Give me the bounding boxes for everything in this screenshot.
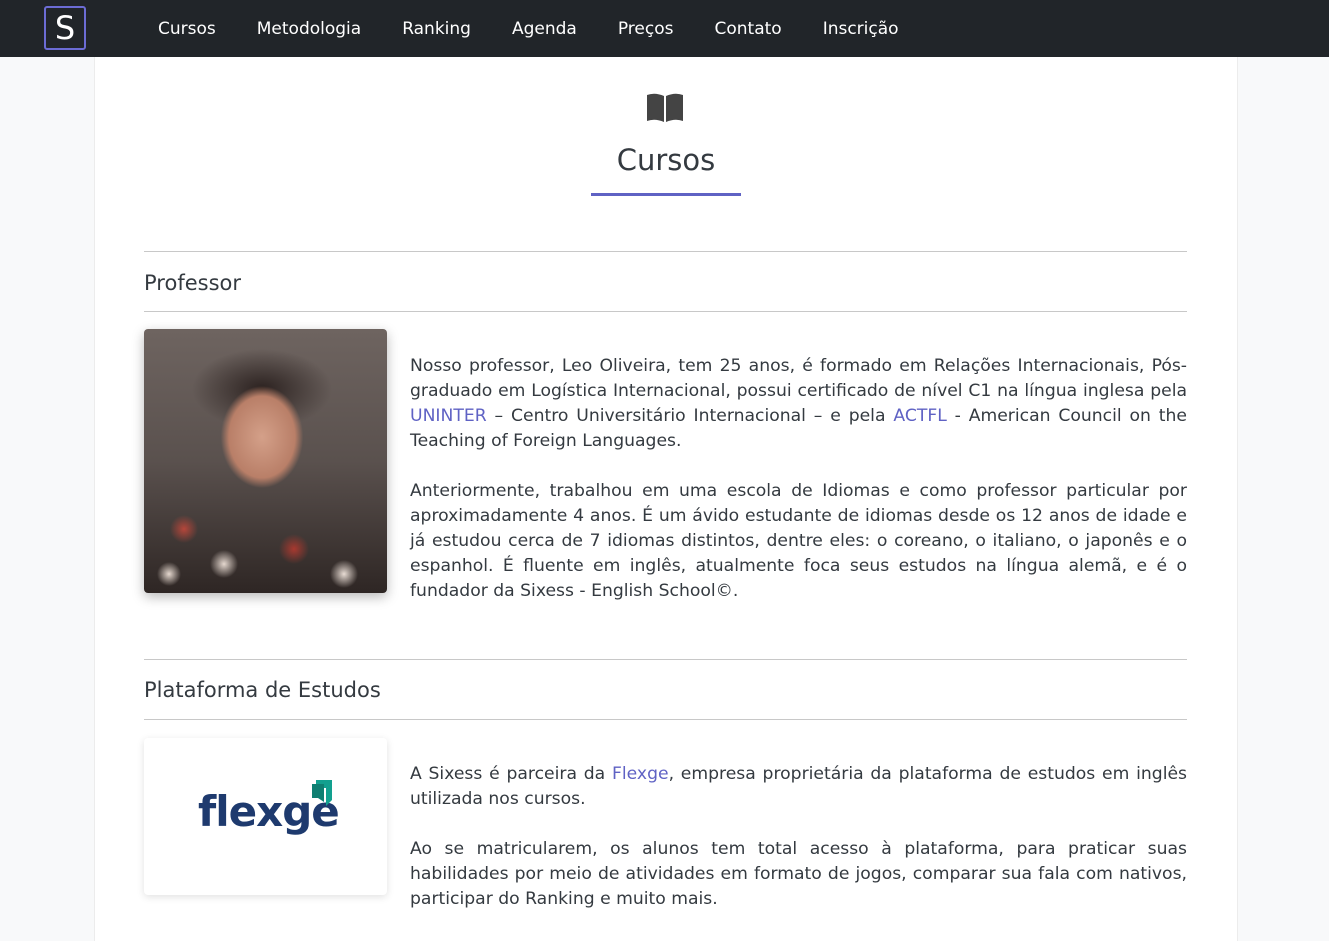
flexge-mark-icon [312,780,332,806]
nav-cursos[interactable]: Cursos [158,19,216,39]
divider [144,311,1187,312]
nav-ranking[interactable]: Ranking [402,19,471,39]
professor-paragraph-2: Anteriormente, trabalhou em uma escola d… [410,481,1187,601]
nav-inscricao[interactable]: Inscrição [823,19,899,39]
nav-metodologia[interactable]: Metodologia [257,19,361,39]
page-title: Cursos [616,143,716,177]
divider [144,719,1187,720]
logo-letter: S [54,9,76,47]
professor-photo [144,329,387,593]
flexge-logo-card: flexge [144,738,387,895]
nav-links: Cursos Metodologia Ranking Agenda Preços… [158,0,940,57]
title-underline [591,193,741,196]
section-title-platform: Plataforma de Estudos [144,678,381,702]
professor-text: Nosso professor, Leo Oliveira, tem 25 an… [410,356,1187,401]
platform-paragraph-2: Ao se matricularem, os alunos tem total … [410,839,1187,909]
divider [144,251,1187,252]
top-navbar: S Cursos Metodologia Ranking Agenda Preç… [0,0,1329,57]
flexge-link[interactable]: Flexge [612,764,669,784]
nav-precos[interactable]: Preços [618,19,674,39]
professor-paragraph-1: Nosso professor, Leo Oliveira, tem 25 an… [410,354,1187,454]
platform-paragraph-1: A Sixess é parceira da Flexge, empresa p… [410,762,1187,812]
section-title-professor: Professor [144,271,241,295]
nav-agenda[interactable]: Agenda [512,19,577,39]
professor-text: – Centro Universitário Internacional – e… [486,406,894,426]
main-container: Cursos Professor Nosso professor, Leo Ol… [94,57,1238,941]
book-icon [647,93,683,122]
nav-contato[interactable]: Contato [714,19,781,39]
uninter-link[interactable]: UNINTER [410,406,487,426]
platform-text: A Sixess é parceira da [410,764,612,784]
sixess-logo[interactable]: S [44,6,86,50]
actfl-link[interactable]: ACTFL [893,406,946,426]
divider [144,659,1187,660]
